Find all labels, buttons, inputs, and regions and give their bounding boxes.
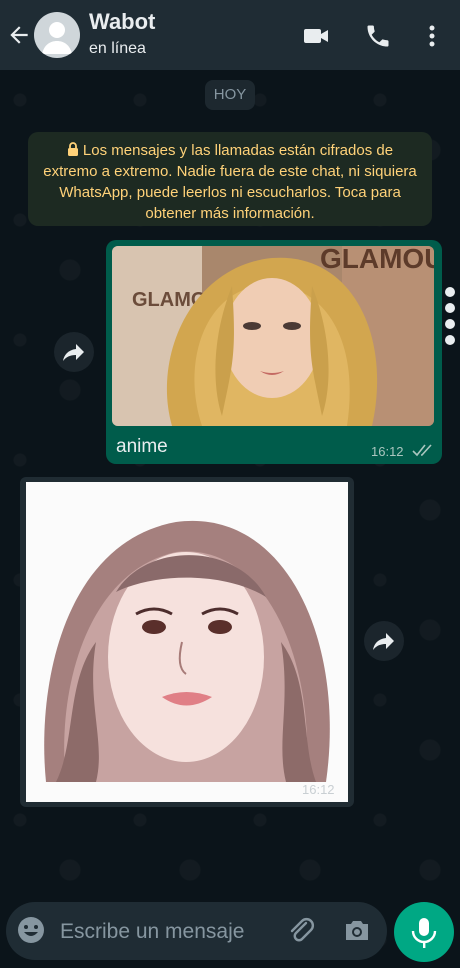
media-more-icon[interactable] bbox=[444, 286, 456, 348]
avatar[interactable] bbox=[34, 12, 80, 58]
back-arrow-icon[interactable] bbox=[6, 22, 32, 48]
emoji-icon[interactable] bbox=[16, 915, 46, 945]
forward-button[interactable] bbox=[364, 621, 404, 661]
message-time: 16:12 bbox=[371, 444, 404, 459]
more-options-icon[interactable] bbox=[418, 22, 446, 50]
message-caption: anime bbox=[116, 436, 168, 457]
anime-portrait-image bbox=[26, 482, 348, 802]
message-time: 16:12 bbox=[302, 782, 335, 797]
attach-icon[interactable] bbox=[286, 915, 316, 945]
chat-header: Wabot en línea bbox=[0, 0, 460, 70]
forward-icon bbox=[63, 344, 84, 361]
lock-icon bbox=[67, 142, 78, 156]
voice-call-icon[interactable] bbox=[364, 22, 392, 50]
incoming-photo[interactable] bbox=[26, 482, 348, 802]
outgoing-photo[interactable]: GLAMOUR GLAMOUR bbox=[112, 246, 434, 426]
date-separator: HOY bbox=[205, 80, 255, 110]
encryption-notice[interactable]: Los mensajes y las llamadas están cifrad… bbox=[28, 132, 432, 226]
double-check-icon bbox=[412, 444, 432, 457]
microphone-icon bbox=[411, 918, 437, 948]
contact-name[interactable]: Wabot bbox=[89, 9, 155, 35]
contact-status: en línea bbox=[89, 40, 146, 57]
video-call-icon[interactable] bbox=[302, 22, 330, 50]
default-avatar-icon bbox=[42, 22, 72, 54]
camera-icon[interactable] bbox=[342, 915, 372, 945]
forward-icon bbox=[373, 633, 394, 650]
microphone-button[interactable] bbox=[394, 902, 454, 962]
photo-backdrop-text-2: GLAMOUR bbox=[320, 246, 434, 274]
portrait-photo-image: GLAMOUR GLAMOUR bbox=[112, 246, 434, 426]
encryption-notice-text: Los mensajes y las llamadas están cifrad… bbox=[43, 142, 417, 222]
message-input[interactable] bbox=[58, 912, 282, 952]
forward-button[interactable] bbox=[54, 332, 94, 372]
